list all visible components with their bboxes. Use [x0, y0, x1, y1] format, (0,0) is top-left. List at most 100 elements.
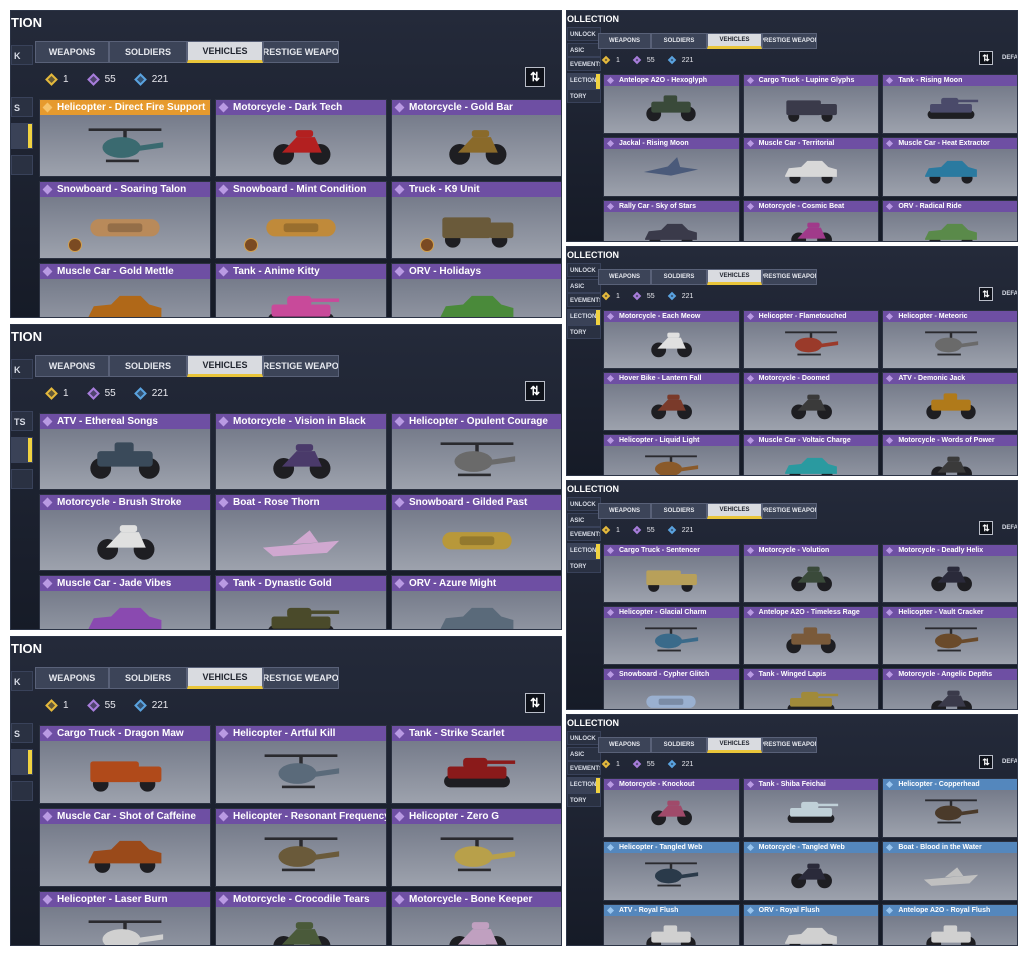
sidebar-item[interactable]: UNLOCK: [567, 27, 601, 41]
sort-arrows-icon[interactable]: ⇅: [979, 755, 993, 769]
tab-vehicles[interactable]: VEHICLES: [187, 41, 263, 63]
vehicle-card[interactable]: Cargo Truck - Sentencer: [603, 544, 740, 603]
vehicle-card[interactable]: Helicopter - Liquid Light: [603, 434, 740, 475]
vehicle-card[interactable]: Tank - Shiba Feichai: [742, 778, 880, 838]
vehicle-card[interactable]: Muscle Car - Gold Mettle: [39, 263, 211, 317]
vehicle-card[interactable]: Helicopter - Direct Fire Support: [39, 99, 211, 177]
tab-soldiers[interactable]: SOLDIERS: [109, 667, 187, 689]
vehicle-card[interactable]: Helicopter - Resonant Frequency: [215, 808, 387, 887]
vehicle-card[interactable]: ATV - Ethereal Songs: [39, 413, 211, 490]
tab-weapons[interactable]: WEAPONS: [598, 269, 651, 285]
vehicle-card[interactable]: Rally Car - Sky of Stars: [603, 200, 740, 241]
vehicle-card[interactable]: Motorcycle - Dark Tech: [215, 99, 387, 177]
tab-weapons[interactable]: WEAPONS: [598, 737, 651, 753]
vehicle-card[interactable]: Snowboard - Mint Condition: [215, 181, 387, 259]
tab-soldiers[interactable]: SOLDIERS: [109, 41, 187, 63]
vehicle-card[interactable]: Snowboard - Soaring Talon: [39, 181, 211, 259]
tab-vehicles[interactable]: VEHICLES: [707, 503, 762, 519]
tab-soldiers[interactable]: SOLDIERS: [651, 737, 707, 753]
vehicle-card[interactable]: ORV - Holidays: [391, 263, 561, 317]
tab-soldiers[interactable]: SOLDIERS: [109, 355, 187, 377]
vehicle-card[interactable]: Helicopter - Glacial Charm: [603, 606, 740, 665]
sort-arrows-icon[interactable]: ⇅: [979, 51, 993, 65]
vehicle-card[interactable]: Jackal - Rising Moon: [603, 137, 740, 197]
sidebar-item[interactable]: EVEMENTS: [567, 761, 601, 775]
tab-prestige-weapon[interactable]: PRESTIGE WEAPON: [762, 503, 817, 519]
tab-prestige-weapon[interactable]: PRESTIGE WEAPON: [263, 355, 339, 377]
vehicle-card[interactable]: Motorcycle - Tangled Web: [742, 841, 880, 901]
vehicle-card[interactable]: Motorcycle - Vision in Black: [215, 413, 387, 490]
vehicle-card[interactable]: ATV - Demonic Jack: [882, 372, 1017, 431]
sidebar-item[interactable]: [11, 123, 33, 149]
vehicle-card[interactable]: Helicopter - Copperhead: [882, 778, 1017, 838]
sidebar-item[interactable]: ASIC: [567, 513, 601, 527]
tab-vehicles[interactable]: VEHICLES: [707, 269, 762, 285]
vehicle-card[interactable]: Motorcycle - Each Meow: [603, 310, 740, 369]
sidebar-item[interactable]: ASIC: [567, 43, 601, 57]
tab-weapons[interactable]: WEAPONS: [35, 355, 109, 377]
vehicle-card[interactable]: Muscle Car - Voltaic Charge: [742, 434, 880, 475]
sidebar-item[interactable]: TORY: [567, 793, 601, 807]
vehicle-card[interactable]: ORV - Radical Ride: [882, 200, 1017, 241]
vehicle-card[interactable]: Motorcycle - Deadly Helix: [882, 544, 1017, 603]
vehicle-card[interactable]: Motorcycle - Angelic Depths: [882, 668, 1017, 709]
tab-prestige-weapon[interactable]: PRESTIGE WEAPON: [762, 737, 817, 753]
tab-weapons[interactable]: WEAPONS: [35, 667, 109, 689]
vehicle-card[interactable]: Muscle Car - Shot of Caffeine: [39, 808, 211, 887]
vehicle-card[interactable]: Motorcycle - Words of Power: [882, 434, 1017, 475]
sort-arrows-icon[interactable]: ⇅: [525, 693, 545, 713]
tab-soldiers[interactable]: SOLDIERS: [651, 269, 707, 285]
vehicle-card[interactable]: Muscle Car - Territorial: [742, 137, 880, 197]
sort-arrows-icon[interactable]: ⇅: [979, 287, 993, 301]
sidebar-item[interactable]: [11, 749, 33, 775]
vehicle-card[interactable]: Helicopter - Artful Kill: [215, 725, 387, 804]
vehicle-card[interactable]: Snowboard - Gilded Past: [391, 494, 561, 571]
vehicle-card[interactable]: Helicopter - Vault Cracker: [882, 606, 1017, 665]
vehicle-card[interactable]: Antelope A2O - Timeless Rage: [742, 606, 880, 665]
vehicle-card[interactable]: Antelope A2O - Hexoglyph: [603, 74, 740, 134]
tab-weapons[interactable]: WEAPONS: [598, 33, 651, 49]
vehicle-card[interactable]: Cargo Truck - Dragon Maw: [39, 725, 211, 804]
vehicle-card[interactable]: Motorcycle - Bone Keeper: [391, 891, 561, 945]
sidebar-item[interactable]: S: [11, 723, 33, 743]
sidebar-item[interactable]: S: [11, 97, 33, 117]
vehicle-card[interactable]: Antelope A2O - Royal Flush: [882, 904, 1017, 945]
sidebar-item[interactable]: UNLOCK: [567, 497, 601, 511]
vehicle-card[interactable]: Truck - K9 Unit: [391, 181, 561, 259]
sidebar-item[interactable]: TORY: [567, 559, 601, 573]
vehicle-card[interactable]: Helicopter - Zero G: [391, 808, 561, 887]
sidebar-item[interactable]: K: [11, 45, 33, 65]
tab-vehicles[interactable]: VEHICLES: [707, 33, 762, 49]
sidebar-item[interactable]: UNLOCK: [567, 731, 601, 745]
sidebar-item[interactable]: K: [11, 359, 33, 379]
vehicle-card[interactable]: Helicopter - Tangled Web: [603, 841, 740, 901]
vehicle-card[interactable]: Motorcycle - Doomed: [742, 372, 880, 431]
vehicle-card[interactable]: Tank - Anime Kitty: [215, 263, 387, 317]
vehicle-card[interactable]: Motorcycle - Brush Stroke: [39, 494, 211, 571]
sidebar-item[interactable]: EVEMENTS: [567, 527, 601, 541]
sidebar-item[interactable]: ASIC: [567, 279, 601, 293]
tab-vehicles[interactable]: VEHICLES: [187, 355, 263, 377]
vehicle-card[interactable]: Motorcycle - Knockout: [603, 778, 740, 838]
vehicle-card[interactable]: Motorcycle - Gold Bar: [391, 99, 561, 177]
vehicle-card[interactable]: Boat - Blood in the Water: [882, 841, 1017, 901]
tab-prestige-weapon[interactable]: PRESTIGE WEAPON: [762, 269, 817, 285]
sort-arrows-icon[interactable]: ⇅: [979, 521, 993, 535]
tab-weapons[interactable]: WEAPONS: [35, 41, 109, 63]
tab-prestige-weapon[interactable]: PRESTIGE WEAPON: [263, 667, 339, 689]
vehicle-card[interactable]: Tank - Winged Lapis: [742, 668, 880, 709]
sidebar-item[interactable]: [11, 437, 33, 463]
vehicle-card[interactable]: ORV - Royal Flush: [742, 904, 880, 945]
tab-weapons[interactable]: WEAPONS: [598, 503, 651, 519]
tab-vehicles[interactable]: VEHICLES: [707, 737, 762, 753]
sort-arrows-icon[interactable]: ⇅: [525, 381, 545, 401]
sidebar-item[interactable]: TORY: [567, 325, 601, 339]
tab-soldiers[interactable]: SOLDIERS: [651, 503, 707, 519]
tab-soldiers[interactable]: SOLDIERS: [651, 33, 707, 49]
vehicle-card[interactable]: Boat - Rose Thorn: [215, 494, 387, 571]
vehicle-card[interactable]: Cargo Truck - Lupine Glyphs: [742, 74, 880, 134]
vehicle-card[interactable]: Motorcycle - Volution: [742, 544, 880, 603]
vehicle-card[interactable]: Motorcycle - Cosmic Beat: [742, 200, 880, 241]
tab-prestige-weapon[interactable]: PRESTIGE WEAPON: [762, 33, 817, 49]
vehicle-card[interactable]: Hover Bike - Lantern Fall: [603, 372, 740, 431]
